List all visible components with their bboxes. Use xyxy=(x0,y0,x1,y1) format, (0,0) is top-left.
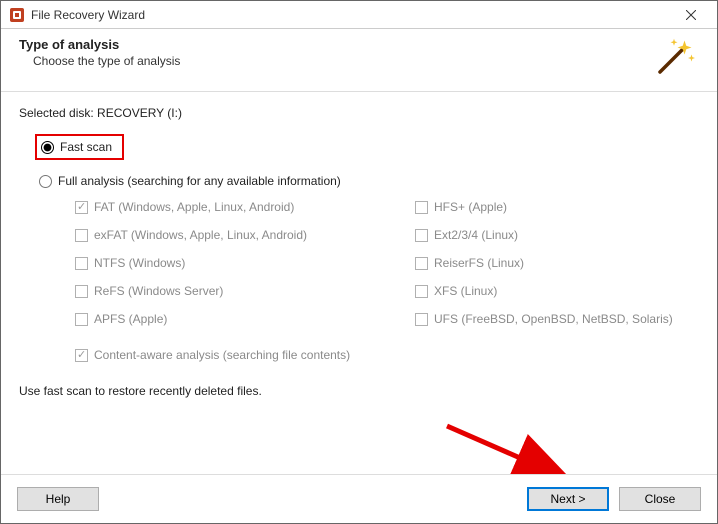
fast-scan-highlight: Fast scan xyxy=(35,134,124,160)
window-title: File Recovery Wizard xyxy=(31,8,145,22)
fs-checkbox-exfat[interactable]: exFAT (Windows, Apple, Linux, Android) xyxy=(75,228,415,242)
selected-disk-label: Selected disk: RECOVERY (I:) xyxy=(19,106,699,120)
full-analysis-radio[interactable]: Full analysis (searching for any availab… xyxy=(39,174,699,188)
fs-checkbox-refs[interactable]: ReFS (Windows Server) xyxy=(75,284,415,298)
close-button[interactable] xyxy=(673,3,709,27)
fs-checkbox-apfs[interactable]: APFS (Apple) xyxy=(75,312,415,326)
fs-checkbox-reiserfs[interactable]: ReiserFS (Linux) xyxy=(415,256,695,270)
fs-checkbox-ext[interactable]: Ext2/3/4 (Linux) xyxy=(415,228,695,242)
next-button[interactable]: Next > xyxy=(527,487,609,511)
fs-checkbox-ufs[interactable]: UFS (FreeBSD, OpenBSD, NetBSD, Solaris) xyxy=(415,312,695,326)
fs-checkbox-xfs[interactable]: XFS (Linux) xyxy=(415,284,695,298)
header: Type of analysis Choose the type of anal… xyxy=(1,29,717,91)
page-subtitle: Choose the type of analysis xyxy=(33,54,180,68)
fast-scan-radio[interactable]: Fast scan xyxy=(41,140,112,154)
app-icon xyxy=(9,7,25,23)
filesystem-grid: FAT (Windows, Apple, Linux, Android) HFS… xyxy=(75,200,699,326)
fs-checkbox-hfs[interactable]: HFS+ (Apple) xyxy=(415,200,695,214)
full-analysis-label: Full analysis (searching for any availab… xyxy=(58,174,341,188)
help-button[interactable]: Help xyxy=(17,487,99,511)
titlebar: File Recovery Wizard xyxy=(1,1,717,29)
footer: Help Next > Close xyxy=(1,474,717,523)
full-analysis-radio-input[interactable] xyxy=(39,175,52,188)
close-button-footer[interactable]: Close xyxy=(619,487,701,511)
fs-checkbox-fat[interactable]: FAT (Windows, Apple, Linux, Android) xyxy=(75,200,415,214)
fast-scan-label: Fast scan xyxy=(60,140,112,154)
content-area: Selected disk: RECOVERY (I:) Fast scan F… xyxy=(1,92,717,436)
fs-checkbox-ntfs[interactable]: NTFS (Windows) xyxy=(75,256,415,270)
fast-scan-radio-input[interactable] xyxy=(41,141,54,154)
page-title: Type of analysis xyxy=(19,37,180,52)
wizard-wand-icon xyxy=(653,37,695,79)
content-aware-checkbox[interactable]: Content-aware analysis (searching file c… xyxy=(75,348,699,362)
usage-hint: Use fast scan to restore recently delete… xyxy=(19,384,699,398)
